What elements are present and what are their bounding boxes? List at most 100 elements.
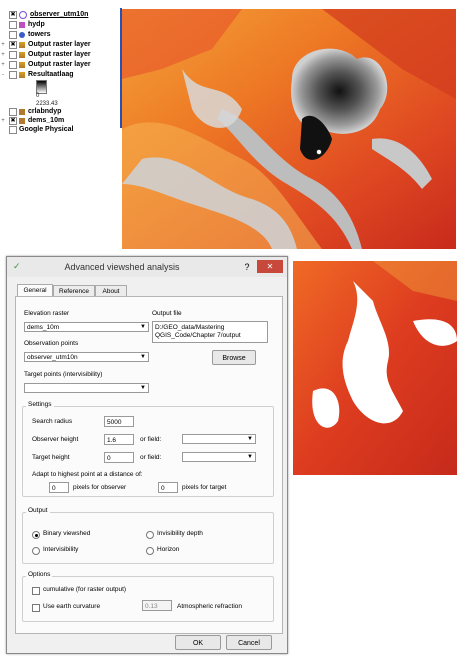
map-canvas-viewshed[interactable] [122, 9, 456, 249]
raster-layer-icon [19, 71, 25, 78]
help-button[interactable]: ? [241, 261, 253, 273]
layer-item[interactable]: towers [0, 30, 51, 39]
layer-checkbox[interactable] [9, 107, 17, 116]
expand-toggle[interactable]: + [0, 52, 6, 58]
point-layer-icon [19, 10, 27, 19]
dropdown-arrow-icon: ▼ [140, 354, 146, 360]
layer-item[interactable]: Google Physical [0, 125, 73, 134]
layer-name: observer_utm10n [30, 11, 89, 18]
browse-button[interactable]: Browse [212, 350, 256, 365]
close-button[interactable]: ✕ [257, 260, 283, 273]
layer-name: crlabndyp [28, 108, 62, 115]
output-file-field[interactable]: D:/GEO_data/Mastering QGIS_Code/Chapter … [152, 321, 268, 343]
target-points-combo[interactable]: ▼ [24, 383, 149, 393]
cancel-button[interactable]: Cancel [226, 635, 272, 650]
layer-item[interactable]: - Resultaatlaag [0, 70, 74, 79]
observation-points-combo[interactable]: observer_utm10n ▼ [24, 352, 149, 362]
layer-checkbox[interactable] [9, 125, 17, 134]
raster-layer-icon [19, 117, 25, 124]
settings-group-title: Settings [26, 401, 54, 408]
layer-name: hydp [28, 21, 45, 28]
binary-viewshed-label: Binary viewshed [43, 530, 91, 537]
invisibility-depth-label: Invisibility depth [157, 530, 203, 537]
dropdown-arrow-icon: ▼ [140, 385, 146, 391]
dialog-titlebar[interactable]: ✓ Advanced viewshed analysis ? ✕ [7, 257, 287, 277]
dropdown-arrow-icon: ▼ [247, 454, 253, 460]
layer-checkbox[interactable]: ✖ [9, 116, 17, 125]
observer-height-field-combo[interactable]: ▼ [182, 434, 256, 444]
layer-item[interactable]: + ✖ Output raster layer [0, 40, 91, 49]
layer-item[interactable]: + Output raster layer [0, 50, 91, 59]
options-group [22, 576, 274, 622]
dropdown-arrow-icon: ▼ [140, 324, 146, 330]
search-radius-label: Search radius [32, 418, 73, 425]
layer-checkbox[interactable] [9, 20, 17, 29]
raster-layer-icon [19, 108, 25, 115]
target-points-label: Target points (intervisibility) [24, 371, 103, 378]
expand-toggle[interactable]: + [0, 62, 6, 68]
layer-name: dems_10m [28, 117, 65, 124]
raster-layer-icon [19, 41, 25, 48]
observer-height-input[interactable]: 1.6 [104, 434, 134, 445]
elevation-raster-label: Elevation raster [24, 310, 70, 317]
observer-pixels-label: pixels for observer [73, 484, 127, 491]
observer-height-label: Observer height [32, 436, 79, 443]
dropdown-arrow-icon: ▼ [247, 436, 253, 442]
horizon-label: Horizon [157, 546, 180, 553]
layer-name: Google Physical [19, 126, 74, 133]
layer-name: Output raster layer [28, 41, 91, 48]
legend-ramp [36, 80, 47, 94]
legend-min-label: 0 [36, 93, 40, 99]
map-canvas-result[interactable] [293, 261, 457, 475]
layer-item[interactable]: hydp [0, 20, 45, 29]
expand-toggle[interactable]: + [0, 42, 6, 48]
polygon-layer-icon [19, 21, 25, 28]
layer-checkbox[interactable]: ✖ [9, 40, 17, 49]
dialog-title: Advanced viewshed analysis [64, 262, 180, 272]
output-file-label: Output file [152, 310, 182, 317]
general-tab-page: Elevation raster dems_10m ▼ Observation … [15, 296, 283, 634]
layer-item[interactable]: + Output raster layer [0, 60, 91, 69]
layer-checkbox[interactable] [9, 60, 17, 69]
target-height-label: Target height [32, 454, 70, 461]
target-pixels-label: pixels for target [182, 484, 227, 491]
expand-toggle[interactable]: + [0, 118, 6, 124]
options-group-title: Options [26, 571, 53, 578]
layer-item[interactable]: + ✖ dems_10m [0, 116, 64, 125]
observation-points-value: observer_utm10n [27, 354, 78, 361]
intervisibility-label: Intervisibility [43, 546, 79, 553]
cumulative-label: cumulative (for raster output) [43, 586, 127, 593]
observer-point[interactable] [316, 149, 322, 155]
layer-checkbox[interactable]: ✖ [9, 10, 17, 19]
target-height-field-combo[interactable]: ▼ [182, 452, 256, 462]
layer-checkbox[interactable] [9, 50, 17, 59]
refraction-input[interactable]: 0.13 [142, 600, 172, 611]
target-height-input[interactable]: 0 [104, 452, 134, 463]
invisibility-depth-radio[interactable] [146, 531, 154, 539]
target-pixels-input[interactable]: 0 [158, 482, 178, 493]
expand-toggle[interactable]: - [0, 72, 6, 78]
layers-panel: ✖ observer_utm10n hydp towers + ✖ Output… [0, 8, 122, 134]
raster-layer-icon [19, 61, 25, 68]
cumulative-checkbox[interactable] [32, 587, 40, 595]
layer-item[interactable]: ✖ observer_utm10n [0, 10, 88, 19]
search-radius-input[interactable]: 5000 [104, 416, 134, 427]
layer-name: towers [28, 31, 51, 38]
binary-viewshed-radio[interactable] [32, 531, 40, 539]
layer-name: Output raster layer [28, 51, 91, 58]
intervisibility-radio[interactable] [32, 547, 40, 555]
elevation-raster-combo[interactable]: dems_10m ▼ [24, 322, 149, 332]
layer-item[interactable]: crlabndyp [0, 107, 61, 116]
layer-checkbox[interactable] [9, 30, 17, 39]
layer-checkbox[interactable] [9, 70, 17, 79]
or-field-label: or field: [140, 436, 162, 443]
ok-button[interactable]: OK [175, 635, 221, 650]
observer-pixels-input[interactable]: 0 [49, 482, 69, 493]
output-group-title: Output [26, 507, 50, 514]
earth-curvature-label: Use earth curvature [43, 603, 101, 610]
adapt-highest-label: Adapt to highest point at a distance of: [32, 471, 143, 478]
horizon-radio[interactable] [146, 547, 154, 555]
observation-points-label: Observation points [24, 340, 79, 347]
earth-curvature-checkbox[interactable] [32, 604, 40, 612]
raster-layer-icon [19, 51, 25, 58]
